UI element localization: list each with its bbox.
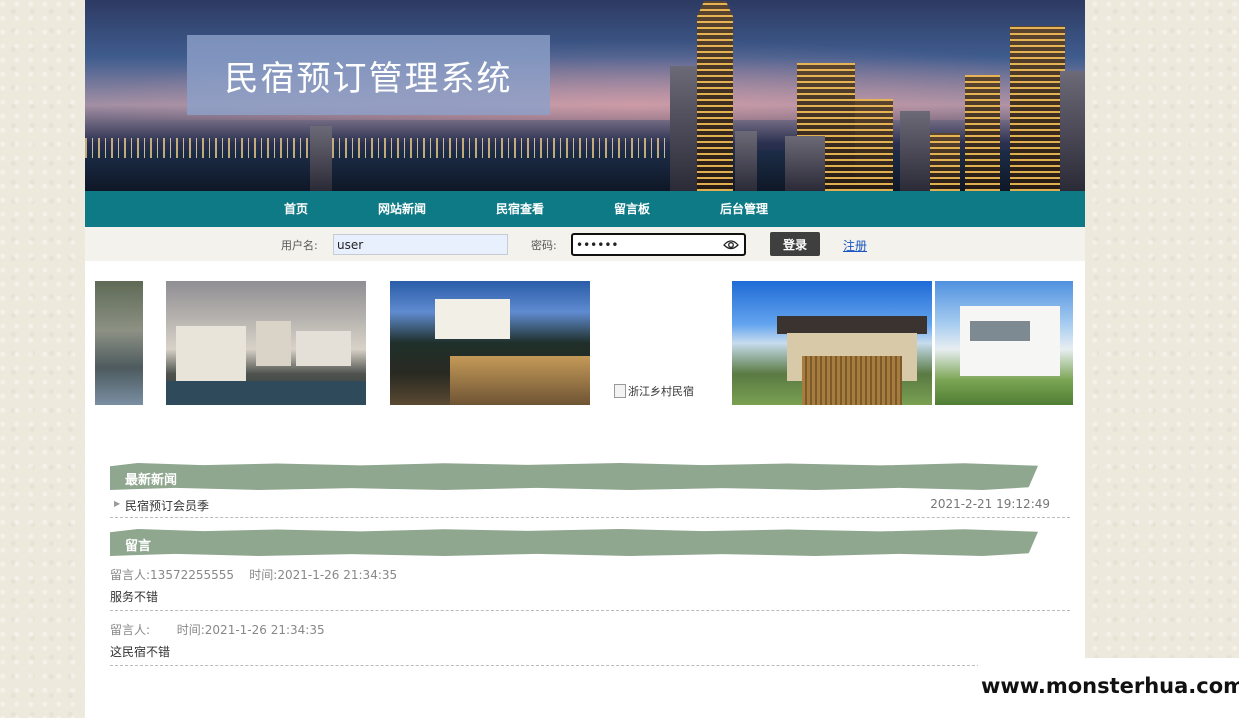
gallery-photo[interactable]: [935, 281, 1073, 405]
message-content: 服务不错: [110, 590, 159, 604]
username-label: 用户名:: [281, 239, 318, 252]
nav-item-news[interactable]: 网站新闻: [378, 191, 426, 227]
username-input[interactable]: [333, 234, 508, 255]
nav-item-home[interactable]: 首页: [284, 191, 308, 227]
broken-image: 浙江乡村民宿: [614, 383, 694, 399]
messages-section-header: 留言: [110, 529, 1038, 556]
bullet-arrow-icon: ▶: [114, 499, 121, 508]
gallery-photo[interactable]: [166, 281, 366, 405]
nav-item-guestbook[interactable]: 留言板: [614, 191, 650, 227]
gallery-photo[interactable]: [732, 281, 932, 405]
message-meta: 留言人: 时间:2021-1-26 21:34:35: [110, 623, 325, 637]
gallery-photo[interactable]: [390, 281, 590, 405]
register-link[interactable]: 注册: [843, 237, 867, 254]
news-section-header: 最新新闻: [110, 463, 1038, 490]
password-label: 密码:: [531, 239, 557, 252]
password-input[interactable]: [571, 233, 746, 256]
message-content: 这民宿不错: [110, 645, 171, 659]
message-item: 留言人: 时间:2021-1-26 21:34:35 这民宿不错: [110, 615, 980, 666]
header-banner: 民宿预订管理系统: [85, 0, 1085, 191]
message-item: 留言人:13572255555 时间:2021-1-26 21:34:35 服务…: [110, 560, 1070, 611]
page-container: 民宿预订管理系统 首页 网站新闻 民宿查看 留言板 后台管理 用户名: 密码: …: [85, 0, 1085, 718]
nav-item-homestays[interactable]: 民宿查看: [496, 191, 544, 227]
news-list-item[interactable]: ▶ 民宿预订会员季 2021-2-21 19:12:49: [110, 492, 1070, 518]
login-button[interactable]: 登录: [770, 232, 820, 256]
site-title-box: 民宿预订管理系统: [187, 35, 550, 115]
news-section-title: 最新新闻: [125, 473, 178, 488]
broken-image-icon: [614, 384, 626, 398]
site-title: 民宿预订管理系统: [224, 58, 513, 99]
news-date: 2021-2-21 19:12:49: [930, 497, 1050, 511]
show-password-icon[interactable]: [723, 239, 739, 250]
message-meta: 留言人:13572255555 时间:2021-1-26 21:34:35: [110, 568, 398, 582]
broken-image-alt: 浙江乡村民宿: [628, 385, 694, 398]
main-nav: 首页 网站新闻 民宿查看 留言板 后台管理: [85, 191, 1085, 227]
messages-section-title: 留言: [125, 539, 152, 554]
nav-item-admin[interactable]: 后台管理: [720, 191, 768, 227]
gallery-photo[interactable]: [95, 281, 143, 405]
news-title[interactable]: 民宿预订会员季: [125, 497, 209, 514]
login-bar: 用户名: 密码: 登录 注册: [85, 227, 1085, 261]
watermark-text: www.monsterhua.com: [981, 674, 1239, 698]
